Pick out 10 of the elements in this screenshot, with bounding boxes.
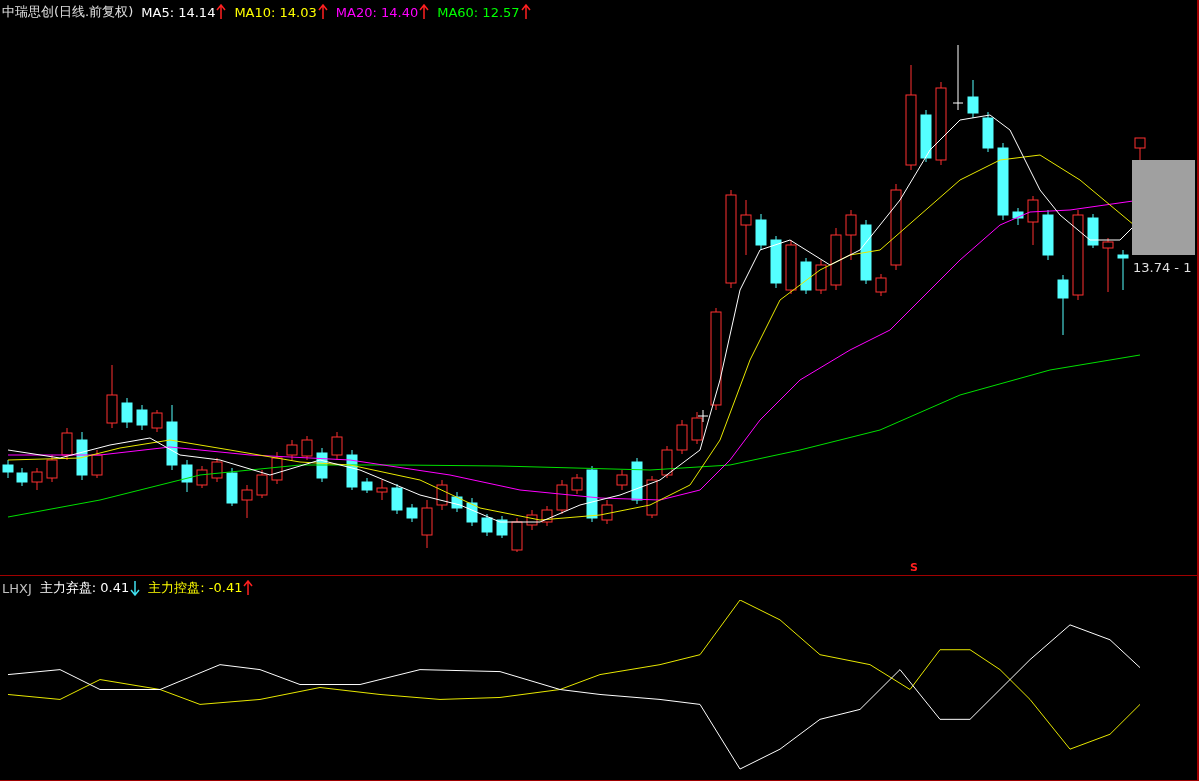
price-label: 13.74 - 1 [1133,260,1192,275]
stock-title: 中瑞思创(日线.前复权) [2,3,134,21]
indicator-label: 主力控盘: -0.41 [148,579,243,597]
indicator-label: MA20: 14.40 [335,4,419,20]
indicator-label: 主力弃盘: 0.41 [39,579,130,597]
signal-mark: S [910,561,918,574]
indicator-label: MA5: 14.14 [141,4,216,20]
indicator-label: MA10: 14.03 [234,4,317,20]
indicator-title: LHXJ [2,580,32,596]
indicator-label: MA60: 12.57 [437,4,520,20]
